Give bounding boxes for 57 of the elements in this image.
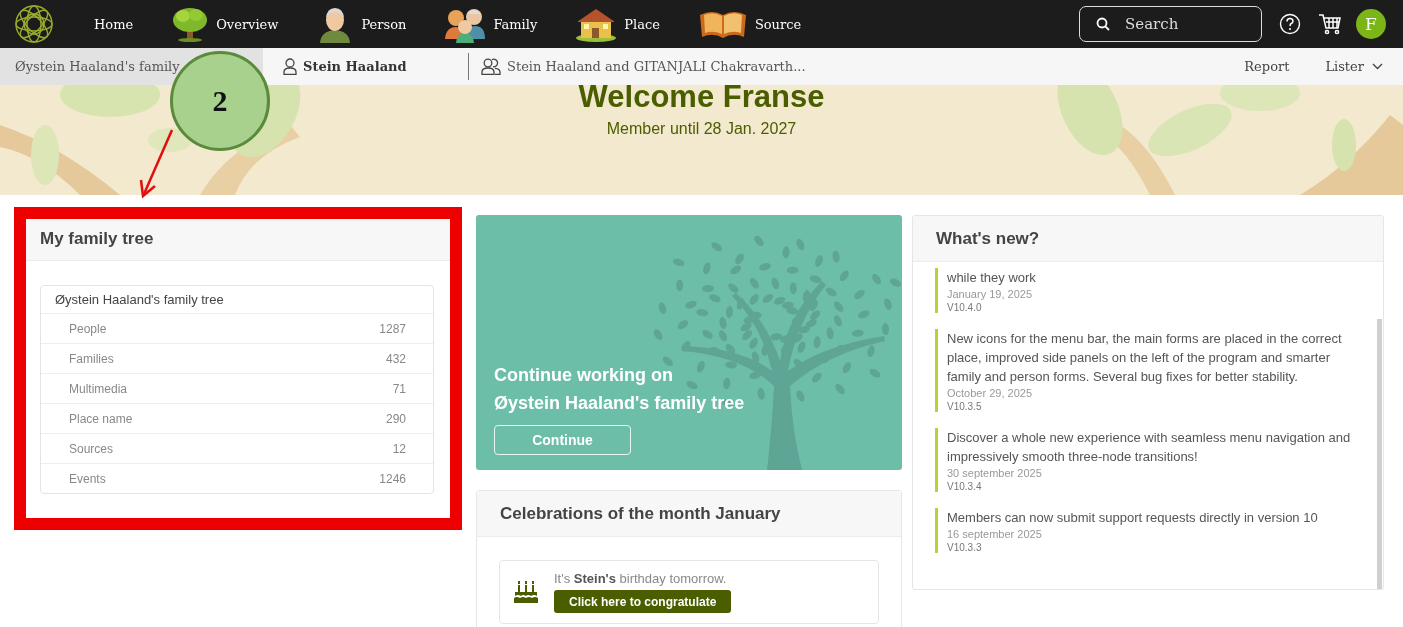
help-icon[interactable] — [1279, 13, 1301, 35]
scrollbar[interactable] — [1377, 319, 1382, 589]
membership-text: Member until 28 Jan. 2027 — [606, 120, 797, 138]
search-field[interactable]: Search — [1079, 6, 1262, 42]
tree-name[interactable]: Øystein Haaland's family tree — [41, 286, 433, 314]
stat-count: 1287 — [379, 321, 406, 336]
cart-icon[interactable] — [1318, 13, 1342, 35]
chevron-icon — [1372, 63, 1383, 70]
logo-icon[interactable] — [14, 4, 54, 44]
stat-label: Sources — [69, 441, 114, 456]
stat-count: 1246 — [379, 471, 406, 486]
news-text: Discover a whole new experience with seamless menu navigation and impressively smooth three-node transitions! — [947, 429, 1352, 466]
stat-label: Families — [69, 351, 114, 366]
card-title: What's new? — [913, 216, 1383, 262]
house-icon — [575, 6, 618, 42]
nav-item[interactable]: Person — [316, 4, 407, 44]
person-icon — [283, 58, 297, 75]
news-date: October 29, 2025 — [947, 387, 1033, 399]
nav-item[interactable]: Home — [94, 4, 134, 44]
cake-icon — [514, 581, 538, 603]
version-label: V10.3.3 — [947, 542, 983, 553]
stat-label: People — [69, 321, 107, 336]
nav-link[interactable]: Report — [1244, 48, 1290, 85]
version-label: V10.4.0 — [947, 302, 983, 313]
stat-label: Events — [69, 471, 106, 486]
continue-heading: Continue working on — [494, 364, 674, 387]
stat-count: 71 — [392, 381, 406, 396]
people-icon — [481, 58, 501, 75]
search-icon — [1096, 17, 1110, 31]
congratulate-button[interactable]: Click here to congratulate — [554, 590, 732, 613]
stat-count: 12 — [392, 441, 406, 456]
version-label: V10.3.5 — [947, 401, 983, 412]
news-date: 30 september 2025 — [947, 467, 1043, 479]
nav-item[interactable]: Overview — [171, 4, 279, 44]
continue-heading: Øystein Haaland's family tree — [494, 392, 746, 415]
news-text: New icons for the menu bar, the main forms are placed in the correct place, improved side panels on the left of the program and smarter family and person forms. Several bug fixes for better stability. — [947, 330, 1343, 386]
nav-item[interactable]: Source — [697, 4, 802, 44]
welcome-title: Welcome Franse — [578, 85, 825, 115]
version-label: V10.3.4 — [947, 481, 983, 492]
news-date: 16 september 2025 — [947, 528, 1043, 540]
news-text: while they work — [947, 269, 1037, 287]
card-title: My family tree — [26, 219, 450, 261]
stat-count: 432 — [385, 351, 406, 366]
news-text: Members can now submit support requests directly in version 10 — [947, 509, 1319, 527]
context-tab[interactable]: Stein Haaland — [275, 53, 468, 80]
birthday-text: It's Stein's birthday tomorrow. — [554, 571, 728, 586]
card-title: Celebrations of the month January — [477, 491, 901, 537]
nav-item[interactable]: Place — [575, 4, 660, 44]
arrow — [139, 129, 174, 199]
nav-item[interactable]: Family — [444, 4, 538, 44]
tree-icon — [171, 6, 210, 42]
stat-label: Multimedia — [69, 381, 128, 396]
stat-label: Place name — [69, 411, 133, 426]
menu-button[interactable]: Lister — [1325, 48, 1383, 85]
context-tab[interactable]: Stein Haaland and GITANJALI Chakravarth... — [469, 48, 821, 85]
news-date: January 19, 2025 — [947, 288, 1033, 300]
stat-count: 290 — [385, 411, 406, 426]
